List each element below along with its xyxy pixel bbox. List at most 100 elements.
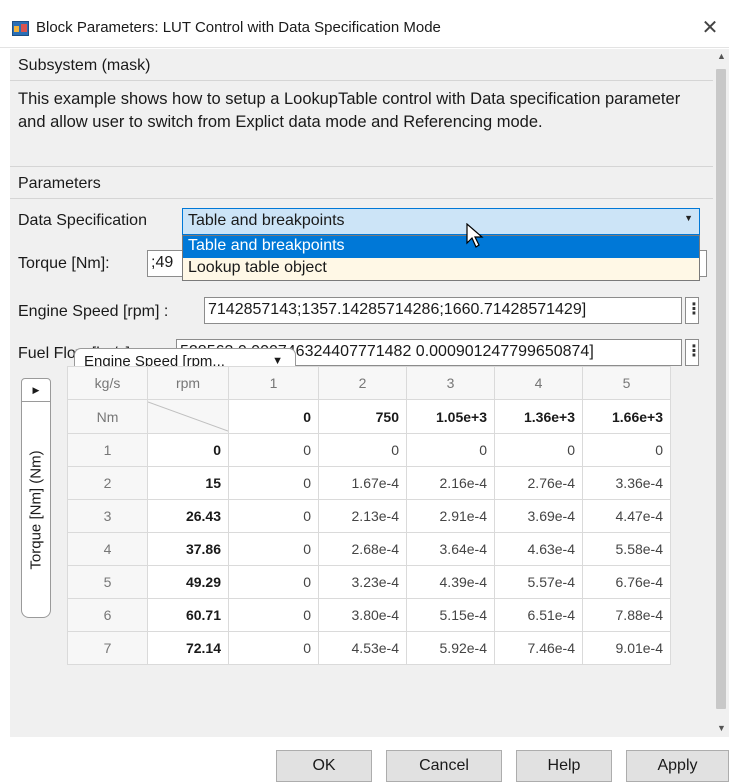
table-row-index: 4 bbox=[67, 532, 148, 566]
lookup-table-grid: kg/s rpm 1 2 3 4 5 Nm 0 750 1.05e+3 1.36… bbox=[67, 366, 671, 665]
table-cell[interactable]: 4.47e-4 bbox=[582, 499, 671, 533]
table-row-breakpoint[interactable]: 0 bbox=[147, 433, 229, 467]
scrollbar-thumb[interactable] bbox=[716, 69, 726, 709]
table-col-index: 4 bbox=[494, 366, 583, 400]
table-row-index: 2 bbox=[67, 466, 148, 500]
table-cell[interactable]: 0 bbox=[228, 466, 319, 500]
divider bbox=[10, 80, 713, 81]
table-row: 7 72.14 0 4.53e-4 5.92e-4 7.46e-4 9.01e-4 bbox=[67, 631, 671, 665]
table-row-index: 3 bbox=[67, 499, 148, 533]
table-cell[interactable]: 6.51e-4 bbox=[494, 598, 583, 632]
simulink-block-icon bbox=[12, 21, 29, 36]
table-cell[interactable]: 0 bbox=[228, 565, 319, 599]
parameters-header: Parameters bbox=[18, 175, 101, 192]
table-row: 1000000 bbox=[67, 433, 671, 467]
table-row-breakpoint[interactable]: 15 bbox=[147, 466, 229, 500]
table-cell[interactable]: 0 bbox=[228, 631, 319, 665]
table-col-breakpoint[interactable]: 0 bbox=[228, 399, 319, 434]
table-cell[interactable]: 4.63e-4 bbox=[494, 532, 583, 566]
table-corner-axis: rpm bbox=[147, 366, 229, 400]
table-cell[interactable]: 0 bbox=[494, 433, 583, 467]
scroll-down-icon[interactable]: ▼ bbox=[717, 723, 726, 733]
title-bar: Block Parameters: LUT Control with Data … bbox=[0, 0, 729, 48]
table-cell[interactable]: 4.39e-4 bbox=[406, 565, 495, 599]
table-row-index: 1 bbox=[67, 433, 148, 467]
table-cell[interactable]: 2.76e-4 bbox=[494, 466, 583, 500]
table-cell[interactable]: 4.53e-4 bbox=[318, 631, 407, 665]
table-cell[interactable]: 3.80e-4 bbox=[318, 598, 407, 632]
table-col-index: 2 bbox=[318, 366, 407, 400]
expand-toggle-button[interactable]: ▶ bbox=[21, 378, 51, 402]
table-cell[interactable]: 7.46e-4 bbox=[494, 631, 583, 665]
table-cell[interactable]: 6.76e-4 bbox=[582, 565, 671, 599]
table-cell[interactable]: 0 bbox=[228, 532, 319, 566]
table-cell[interactable]: 0 bbox=[406, 433, 495, 467]
table-col-index: 5 bbox=[582, 366, 671, 400]
table-cell[interactable]: 2.91e-4 bbox=[406, 499, 495, 533]
diagonal-line-icon bbox=[148, 401, 228, 432]
torque-label: Torque [Nm]: bbox=[18, 255, 110, 272]
table-col-breakpoint[interactable]: 750 bbox=[318, 399, 407, 434]
table-row-breakpoint[interactable]: 60.71 bbox=[147, 598, 229, 632]
chevron-down-icon: ▼ bbox=[684, 213, 693, 223]
table-cell[interactable]: 3.69e-4 bbox=[494, 499, 583, 533]
table-corner-diagonal bbox=[147, 399, 229, 434]
table-col-breakpoint[interactable]: 1.66e+3 bbox=[582, 399, 671, 434]
divider bbox=[10, 198, 713, 199]
table-cell[interactable]: 3.64e-4 bbox=[406, 532, 495, 566]
table-cell[interactable]: 0 bbox=[228, 433, 319, 467]
table-row-index: 5 bbox=[67, 565, 148, 599]
table-cell[interactable]: 2.68e-4 bbox=[318, 532, 407, 566]
table-cell[interactable]: 5.58e-4 bbox=[582, 532, 671, 566]
table-cell[interactable]: 0 bbox=[228, 499, 319, 533]
table-row-breakpoint[interactable]: 49.29 bbox=[147, 565, 229, 599]
table-cell[interactable]: 2.13e-4 bbox=[318, 499, 407, 533]
table-row: 3 26.43 0 2.13e-4 2.91e-4 3.69e-4 4.47e-4 bbox=[67, 499, 671, 533]
help-button[interactable]: Help bbox=[516, 750, 612, 782]
table-cell[interactable]: 0 bbox=[228, 598, 319, 632]
table-cell[interactable]: 3.23e-4 bbox=[318, 565, 407, 599]
table-row: 6 60.71 0 3.80e-4 5.15e-4 6.51e-4 7.88e-4 bbox=[67, 598, 671, 632]
table-cell[interactable]: 3.36e-4 bbox=[582, 466, 671, 500]
table-row: 2 15 0 1.67e-4 2.16e-4 2.76e-4 3.36e-4 bbox=[67, 466, 671, 500]
engine-speed-field[interactable]: 7142857143;1357.14285714286;1660.7142857… bbox=[204, 297, 682, 324]
table-row-index: 6 bbox=[67, 598, 148, 632]
mouse-cursor-icon bbox=[466, 223, 484, 248]
scroll-up-icon[interactable]: ▲ bbox=[717, 51, 726, 61]
table-cell[interactable]: 2.16e-4 bbox=[406, 466, 495, 500]
data-spec-option-lookup-object[interactable]: Lookup table object bbox=[183, 258, 699, 280]
apply-button[interactable]: Apply bbox=[626, 750, 729, 782]
table-row: 4 37.86 0 2.68e-4 3.64e-4 4.63e-4 5.58e-4 bbox=[67, 532, 671, 566]
engine-speed-label: Engine Speed [rpm] : bbox=[18, 303, 169, 320]
table-units-bottom: Nm bbox=[67, 399, 148, 434]
table-row-breakpoint[interactable]: 37.86 bbox=[147, 532, 229, 566]
table-row-breakpoint[interactable]: 72.14 bbox=[147, 631, 229, 665]
table-cell[interactable]: 5.92e-4 bbox=[406, 631, 495, 665]
table-col-index: 3 bbox=[406, 366, 495, 400]
mask-description: This example shows how to setup a Lookup… bbox=[18, 90, 681, 131]
vertical-scrollbar[interactable]: ▲ ▼ bbox=[713, 49, 729, 737]
fuel-flow-menu-icon[interactable]: ⋮ bbox=[685, 339, 702, 366]
table-cell[interactable]: 0 bbox=[582, 433, 671, 467]
engine-speed-menu-icon[interactable]: ⋮ bbox=[685, 297, 702, 324]
data-spec-label: Data Specification bbox=[18, 212, 147, 229]
table-cell[interactable]: 7.88e-4 bbox=[582, 598, 671, 632]
torque-axis-side-label: Torque [Nm] (Nm) bbox=[27, 449, 45, 570]
dialog-content: Subsystem (mask) This example shows how … bbox=[10, 49, 713, 737]
table-cell[interactable]: 5.57e-4 bbox=[494, 565, 583, 599]
table-cell[interactable]: 1.67e-4 bbox=[318, 466, 407, 500]
table-cell[interactable]: 5.15e-4 bbox=[406, 598, 495, 632]
table-cell[interactable]: 0 bbox=[318, 433, 407, 467]
ok-button[interactable]: OK bbox=[276, 750, 372, 782]
data-spec-select[interactable]: Table and breakpoints ▼ bbox=[182, 208, 700, 235]
table-col-breakpoint[interactable]: 1.36e+3 bbox=[494, 399, 583, 434]
data-spec-option-table-breakpoints[interactable]: Table and breakpoints bbox=[183, 236, 699, 258]
table-cell[interactable]: 9.01e-4 bbox=[582, 631, 671, 665]
table-col-breakpoint[interactable]: 1.05e+3 bbox=[406, 399, 495, 434]
torque-axis-side-tab[interactable]: Torque [Nm] (Nm) bbox=[21, 402, 51, 618]
table-row-breakpoint[interactable]: 26.43 bbox=[147, 499, 229, 533]
table-row-index: 7 bbox=[67, 631, 148, 665]
table-col-index: 1 bbox=[228, 366, 319, 400]
cancel-button[interactable]: Cancel bbox=[386, 750, 502, 782]
close-icon[interactable]: ✕ bbox=[698, 16, 722, 40]
